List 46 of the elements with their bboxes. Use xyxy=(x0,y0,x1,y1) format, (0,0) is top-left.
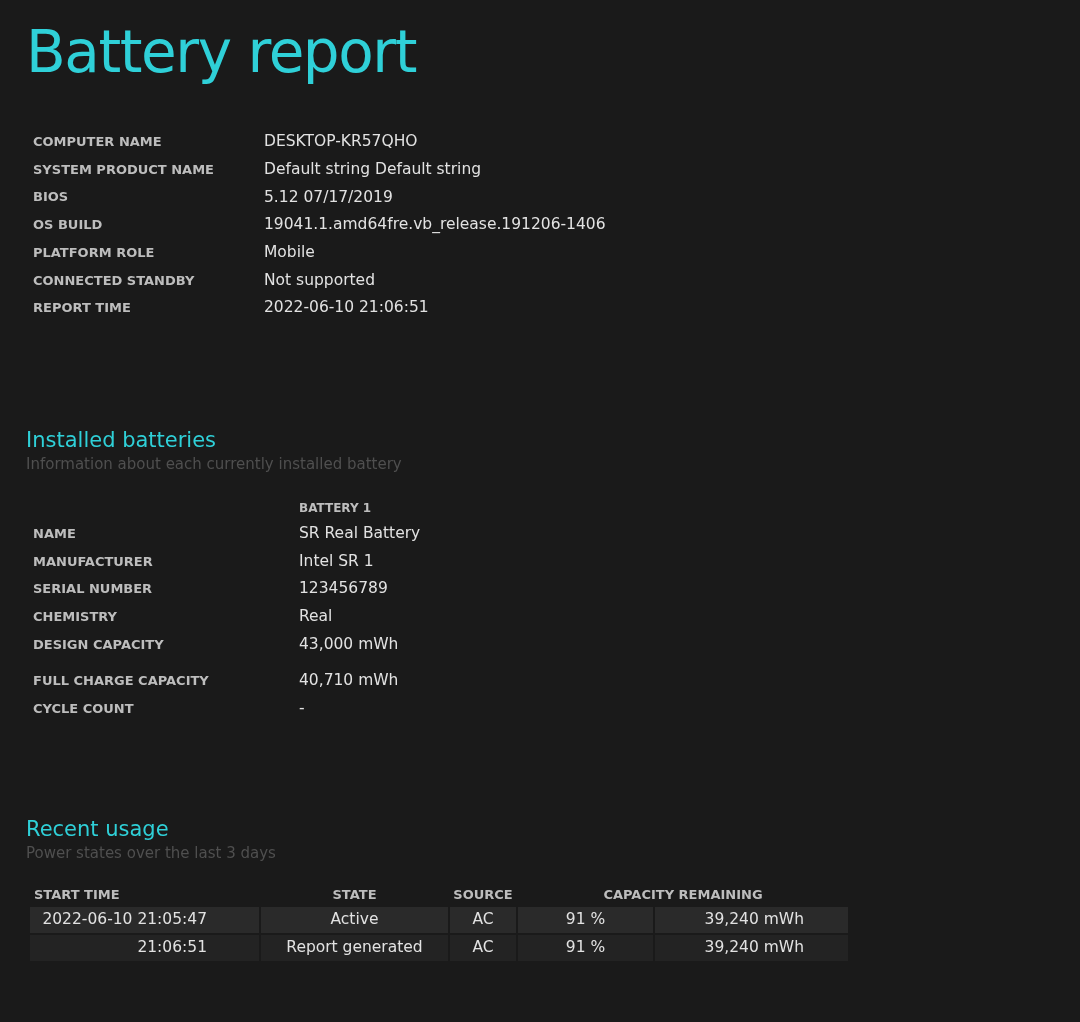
table-cell: 91 % xyxy=(518,906,653,933)
field-label: COMPUTER NAME xyxy=(33,133,163,152)
column-header: STATE xyxy=(331,885,378,904)
table-cell: AC xyxy=(450,934,516,961)
field-label: BIOS xyxy=(33,188,70,207)
table-cell: 21:06:51 xyxy=(30,934,259,961)
field-label: CHEMISTRY xyxy=(33,607,119,626)
field-value: 40,710 mWh xyxy=(299,670,399,692)
field-value: Intel SR 1 xyxy=(299,550,374,572)
table-cell: 2022-06-10 21:05:47 xyxy=(30,906,259,933)
table-cell: Active xyxy=(261,906,448,933)
field-label: CYCLE COUNT xyxy=(33,700,135,719)
field-value: 19041.1.amd64fre.vb_release.191206-1406 xyxy=(264,214,606,236)
field-value: 2022-06-10 21:06:51 xyxy=(264,297,429,319)
field-label: MANUFACTURER xyxy=(33,552,154,571)
field-label: SERIAL NUMBER xyxy=(33,580,154,599)
field-value: 123456789 xyxy=(299,578,388,600)
section-heading: Recent usage xyxy=(26,815,169,843)
field-label: CONNECTED STANDBY xyxy=(33,271,196,290)
field-label: OS BUILD xyxy=(33,216,104,235)
table-cell: 39,240 mWh xyxy=(655,934,848,961)
field-label: DESIGN CAPACITY xyxy=(33,635,165,654)
field-label: FULL CHARGE CAPACITY xyxy=(33,672,210,691)
field-value: Not supported xyxy=(264,269,375,291)
field-value: - xyxy=(299,698,305,720)
section-heading: Installed batteries xyxy=(26,426,217,454)
field-value: SR Real Battery xyxy=(299,523,421,545)
field-value: 5.12 07/17/2019 xyxy=(264,186,393,208)
field-value: Default string Default string xyxy=(264,158,482,180)
column-header: START TIME xyxy=(33,885,121,904)
table-cell: Report generated xyxy=(261,934,448,961)
table-cell: AC xyxy=(450,906,516,933)
field-value: DESKTOP-KR57QHO xyxy=(264,131,418,153)
field-value: Real xyxy=(299,606,333,628)
field-label: PLATFORM ROLE xyxy=(33,243,156,262)
column-header: SOURCE xyxy=(452,885,514,904)
report-title: Battery report xyxy=(26,17,417,88)
field-label: REPORT TIME xyxy=(33,299,132,318)
table-cell: 91 % xyxy=(518,934,653,961)
field-value: 43,000 mWh xyxy=(299,633,399,655)
field-label: SYSTEM PRODUCT NAME xyxy=(33,160,215,179)
field-value: Mobile xyxy=(264,241,315,263)
column-header: BATTERY 1 xyxy=(299,499,372,517)
column-header: CAPACITY REMAINING xyxy=(602,885,764,904)
table-cell: 39,240 mWh xyxy=(655,906,848,933)
field-label: NAME xyxy=(33,524,77,543)
